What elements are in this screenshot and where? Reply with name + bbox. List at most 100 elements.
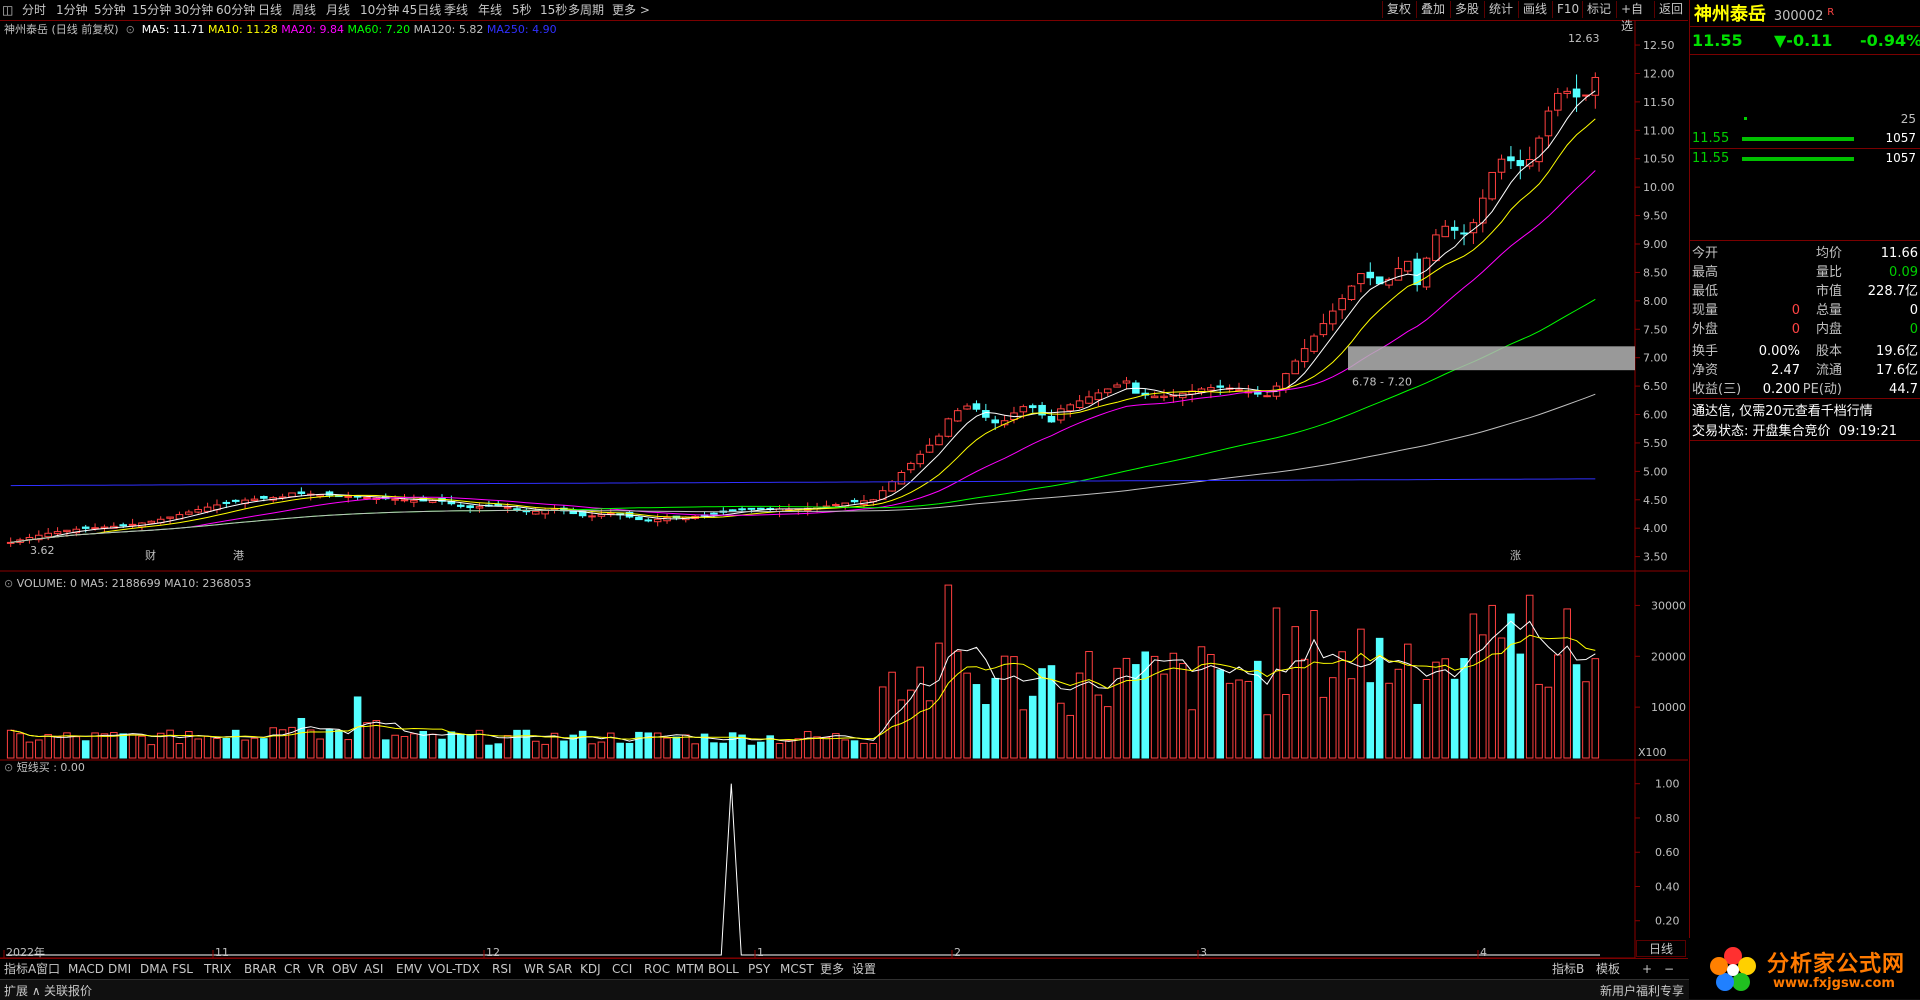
- volume-bar: [1066, 714, 1075, 759]
- volume-bar: [53, 736, 62, 759]
- indicator-tab-20[interactable]: MTM: [676, 961, 704, 977]
- y-tick-label: 6.00: [1643, 409, 1668, 422]
- toolbar-button-6[interactable]: 标记: [1582, 1, 1616, 18]
- indicator-tab-4[interactable]: DMA: [140, 961, 168, 977]
- indicator-tab-7[interactable]: BRAR: [244, 961, 277, 977]
- volume-bar: [1103, 706, 1112, 759]
- expand-button[interactable]: 扩展 ∧: [4, 982, 41, 999]
- signal-toggle-icon[interactable]: ⊙: [4, 761, 17, 774]
- book-row2-price: 11.55: [1692, 131, 1730, 146]
- candle: [588, 515, 596, 518]
- candle: [1028, 405, 1037, 409]
- price-zone: [1348, 346, 1635, 371]
- indicator-tab-0[interactable]: 指标A: [4, 961, 36, 977]
- menu-icon[interactable]: ◫: [2, 2, 13, 18]
- indicator-tab-3[interactable]: DMI: [108, 961, 131, 977]
- legend-toggle-icon[interactable]: ⊙: [122, 23, 138, 36]
- period-tab-5[interactable]: 60分钟: [216, 2, 255, 18]
- period-tab-11[interactable]: 季线: [444, 2, 468, 18]
- period-tab-14[interactable]: 15秒: [540, 2, 567, 18]
- tabbar-right-0[interactable]: 指标B: [1552, 961, 1584, 977]
- volume-bar: [1394, 668, 1403, 759]
- stat-value: 11.66: [1880, 246, 1918, 261]
- indicator-tab-24[interactable]: 更多: [820, 961, 844, 977]
- period-tab-2[interactable]: 5分钟: [94, 2, 126, 18]
- indicator-tab-1[interactable]: 窗口: [36, 961, 60, 977]
- candle: [1085, 396, 1093, 404]
- period-tab-9[interactable]: 10分钟: [360, 2, 399, 18]
- volume-bar: [953, 650, 962, 759]
- period-tab-10[interactable]: 45日线: [402, 2, 441, 18]
- indicator-tab-6[interactable]: TRIX: [204, 961, 231, 977]
- tabbar-right-1[interactable]: 模板: [1596, 961, 1620, 977]
- candle: [1404, 260, 1412, 272]
- period-label[interactable]: 日线: [1636, 940, 1686, 957]
- period-tab-4[interactable]: 30分钟: [174, 2, 213, 18]
- toolbar-button-5[interactable]: F10: [1552, 1, 1582, 18]
- indicator-tab-8[interactable]: CR: [284, 961, 301, 977]
- indicator-tab-22[interactable]: PSY: [748, 961, 770, 977]
- indicator-tab-10[interactable]: OBV: [332, 961, 358, 977]
- volume-bar: [560, 740, 568, 759]
- period-tab-12[interactable]: 年线: [478, 2, 502, 18]
- period-tab-3[interactable]: 15分钟: [132, 2, 171, 18]
- period-tab-8[interactable]: 月线: [326, 2, 350, 18]
- candle: [1263, 395, 1271, 398]
- indicator-tab-11[interactable]: ASI: [364, 961, 383, 977]
- candle: [1441, 225, 1450, 238]
- stat-label: 净资: [1692, 363, 1719, 378]
- toolbar-button-3[interactable]: 统计: [1484, 1, 1518, 18]
- indicator-tab-13[interactable]: VOL-TDX: [428, 961, 480, 977]
- toolbar-button-8[interactable]: 返回: [1654, 1, 1688, 18]
- candle: [231, 499, 240, 502]
- period-tab-1[interactable]: 1分钟: [56, 2, 88, 18]
- candle: [503, 506, 512, 509]
- indicator-tab-17[interactable]: KDJ: [580, 961, 601, 977]
- indicator-tab-25[interactable]: 设置: [852, 961, 876, 977]
- indicator-tab-12[interactable]: EMV: [396, 961, 422, 977]
- indicator-tab-15[interactable]: WR: [524, 961, 544, 977]
- volume-bar: [822, 736, 831, 759]
- toolbar-button-4[interactable]: 画线: [1518, 1, 1552, 18]
- indicator-tab-9[interactable]: VR: [308, 961, 325, 977]
- indicator-tab-21[interactable]: BOLL: [708, 961, 739, 977]
- period-tab-16[interactable]: 更多 >: [612, 2, 650, 18]
- period-tab-0[interactable]: 分时: [22, 2, 46, 18]
- volume-bar: [1244, 680, 1253, 759]
- candle: [456, 504, 465, 507]
- volume-bar: [400, 736, 409, 759]
- volume-bar: [128, 734, 137, 759]
- chart-area[interactable]: 12.50 12.00 11.50 11.00 10.50 10.00 9.50 9.00 8.…: [0, 20, 1688, 966]
- indicator-tab-23[interactable]: MCST: [780, 961, 814, 977]
- kline-chart[interactable]: 12.50 12.00 11.50 11.00 10.50 10.00 9.50 9.00 8.…: [0, 20, 1688, 966]
- toolbar-button-1[interactable]: 叠加: [1416, 1, 1450, 18]
- period-tab-6[interactable]: 日线: [258, 2, 282, 18]
- candle: [1103, 388, 1112, 394]
- period-tab-15[interactable]: 多周期: [568, 2, 604, 18]
- related-quote-button[interactable]: 关联报价: [44, 982, 92, 999]
- volume-toggle-icon[interactable]: ⊙: [4, 577, 17, 590]
- y-tick-label: 1.00: [1655, 778, 1680, 791]
- indicator-tab-14[interactable]: RSI: [492, 961, 512, 977]
- indicator-tab-16[interactable]: SAR: [548, 961, 572, 977]
- tabbar-right-2[interactable]: +: [1642, 961, 1652, 977]
- indicator-tab-19[interactable]: ROC: [644, 961, 670, 977]
- toolbar-button-7[interactable]: +自选: [1616, 1, 1654, 33]
- period-tab-13[interactable]: 5秒: [512, 2, 532, 18]
- period-tab-7[interactable]: 周线: [292, 2, 316, 18]
- tabbar-right-3[interactable]: −: [1664, 961, 1674, 977]
- indicator-tab-5[interactable]: FSL: [172, 961, 193, 977]
- candle: [1488, 171, 1496, 200]
- signal-line: [6, 783, 1600, 956]
- indicator-tab-2[interactable]: MACD: [68, 961, 104, 977]
- promo-text[interactable]: 通达信, 仅需20元查看千档行情: [1692, 400, 1873, 419]
- new-user-promo-link[interactable]: 新用户福利专享: [1600, 982, 1684, 999]
- candle: [1544, 110, 1553, 137]
- y-tick-label: 5.50: [1643, 437, 1668, 450]
- indicator-tab-18[interactable]: CCI: [612, 961, 632, 977]
- y-tick-label: 9.50: [1643, 210, 1668, 223]
- toolbar-button-0[interactable]: 复权: [1382, 1, 1416, 18]
- volume-bar: [1235, 679, 1243, 759]
- toolbar-button-2[interactable]: 多股: [1450, 1, 1484, 18]
- volume-bar: [1366, 682, 1375, 759]
